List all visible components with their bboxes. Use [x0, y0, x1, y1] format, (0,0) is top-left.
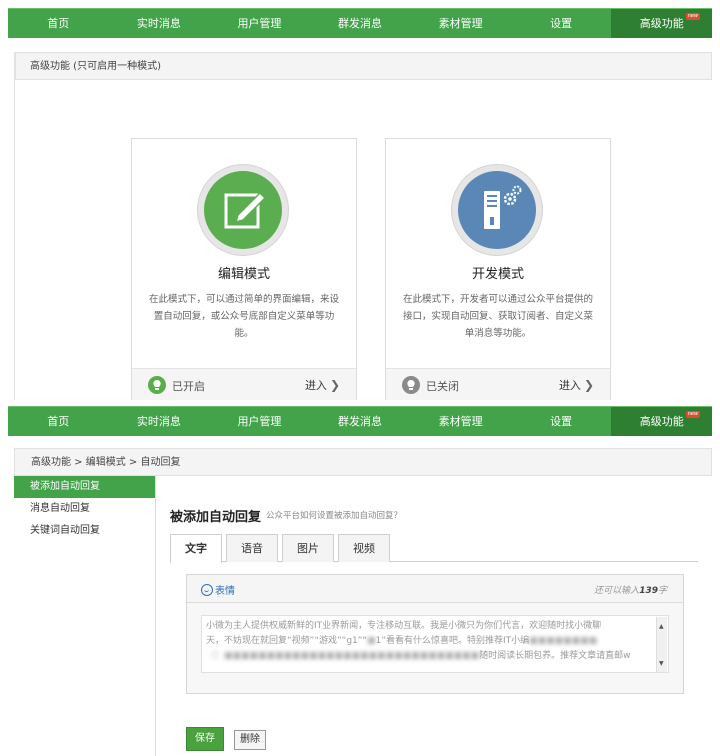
- nav-user-management[interactable]: 用户管理: [209, 407, 310, 436]
- save-button[interactable]: 保存: [186, 727, 224, 751]
- nav-settings[interactable]: 设置: [511, 9, 612, 38]
- nav-user-management[interactable]: 用户管理: [209, 9, 310, 38]
- char-count-suffix: 字: [657, 586, 667, 596]
- dev-mode-status: 已关闭: [426, 380, 459, 393]
- emoji-label: 表情: [215, 586, 235, 597]
- edit-mode-enter-link[interactable]: 进入 ❯: [305, 377, 340, 393]
- nav-home[interactable]: 首页: [8, 9, 109, 38]
- smiley-icon: [201, 584, 213, 596]
- chevron-right-icon: ❯: [583, 378, 594, 392]
- server-gear-icon: [484, 185, 522, 229]
- nav-mass-messages[interactable]: 群发消息: [310, 407, 411, 436]
- pencil-edit-icon: [224, 191, 267, 229]
- tab-video[interactable]: 视频: [338, 534, 390, 562]
- editor-toolbar: 表情 还可以输入139字: [187, 575, 683, 603]
- emoji-button[interactable]: 表情: [201, 582, 235, 597]
- sidebar-item-added-auto-reply[interactable]: 被添加自动回复: [14, 476, 155, 498]
- nav-advanced-label: 高级功能: [639, 17, 684, 30]
- panel-header: 高级功能 (只可启用一种模式): [15, 52, 712, 80]
- nav-mass-messages[interactable]: 群发消息: [310, 9, 411, 38]
- chevron-right-icon: ❯: [329, 378, 340, 392]
- dev-mode-footer: 已关闭 进入 ❯: [386, 368, 610, 400]
- reply-text-segment: 1”看看有什么惊喜吧。特别推荐IT小编: [375, 636, 530, 646]
- edit-mode-card: 编辑模式 在此模式下，可以通过简单的界面编辑，来设置自动回复，或公众号底部自定义…: [131, 138, 357, 400]
- reply-text-segment: 随时阅读长期包养。推荐文章请直邮w: [479, 651, 631, 661]
- dev-mode-enter-link[interactable]: 进入 ❯: [559, 377, 594, 393]
- nav-home[interactable]: 首页: [8, 407, 109, 436]
- nav-materials[interactable]: 素材管理: [410, 9, 511, 38]
- edit-mode-title: 编辑模式: [217, 267, 270, 282]
- textarea-scrollbar[interactable]: ▲ ▼: [656, 617, 667, 672]
- scroll-down-icon[interactable]: ▼: [659, 656, 664, 671]
- dev-mode-title: 开发模式: [471, 267, 524, 282]
- dev-mode-icon: [451, 164, 543, 256]
- nav-advanced-label: 高级功能: [639, 415, 684, 428]
- reply-text-line: 天，不妨现在就回复“视频”“游戏”“g1”“■1”看看有什么惊喜吧。特别推荐IT…: [206, 636, 598, 646]
- reply-textarea[interactable]: 小微为主人提供权威新鲜的IT业界新闻，专注移动互联。我是小微只为你们代言，欢迎随…: [201, 615, 669, 673]
- new-badge: new: [685, 13, 701, 20]
- tab-image[interactable]: 图片: [282, 534, 334, 562]
- nav-advanced[interactable]: 高级功能 new: [611, 407, 713, 436]
- delete-button[interactable]: 删除: [234, 730, 266, 750]
- sidebar: 被添加自动回复 消息自动回复 关键词自动回复: [14, 476, 156, 756]
- help-link[interactable]: 公众平台如何设置被添加自动回复？: [266, 509, 402, 521]
- dev-mode-description: 在此模式下，开发者可以通过公众平台提供的接口，实现自动回复、获取订阅者、自定义菜…: [402, 294, 593, 339]
- new-badge: new: [685, 411, 701, 418]
- nav-advanced[interactable]: 高级功能 new: [611, 9, 713, 38]
- dev-mode-card: 开发模式 在此模式下，开发者可以通过公众平台提供的接口，实现自动回复、获取订阅者…: [385, 138, 611, 400]
- reply-text-segment: 天，不妨现在就回复“视频”“游戏”“g1”“: [206, 636, 368, 646]
- advanced-features-panel: 高级功能 (只可启用一种模式) 编辑模式 在此模式下，可以通过简单的界面编辑，来…: [14, 52, 712, 400]
- tab-bar: 文字 语音 图片 视频: [170, 534, 698, 563]
- char-count-prefix: 还可以输入: [594, 586, 640, 596]
- reply-text-line: 小微为主人提供权威新鲜的IT业界新闻，专注移动互联。我是小微只为你们代言，欢迎随…: [206, 621, 602, 631]
- status-on-icon: [148, 376, 166, 394]
- nav-realtime-messages[interactable]: 实时消息: [109, 407, 210, 436]
- char-count: 还可以输入139字: [594, 583, 667, 596]
- main-content: 被添加自动回复 公众平台如何设置被添加自动回复？ 文字 语音 图片 视频 表情 …: [170, 476, 710, 756]
- status-off-icon: [402, 376, 420, 394]
- enter-label: 进入: [558, 379, 581, 392]
- tab-voice[interactable]: 语音: [226, 534, 278, 562]
- char-count-value: 139: [639, 586, 658, 596]
- edit-mode-icon: [197, 164, 289, 256]
- breadcrumb: 高级功能 > 编辑模式 > 自动回复: [14, 448, 712, 476]
- scroll-up-icon[interactable]: ▲: [659, 619, 664, 634]
- sidebar-item-message-auto-reply[interactable]: 消息自动回复: [14, 498, 155, 520]
- tab-text[interactable]: 文字: [170, 534, 222, 563]
- sidebar-item-keyword-auto-reply[interactable]: 关键词自动回复: [14, 520, 155, 542]
- edit-mode-description: 在此模式下，可以通过简单的界面编辑，来设置自动回复，或公众号底部自定义菜单等功能…: [148, 294, 339, 339]
- auto-reply-panel: 高级功能 > 编辑模式 > 自动回复 被添加自动回复 消息自动回复 关键词自动回…: [14, 448, 712, 756]
- nav-settings[interactable]: 设置: [511, 407, 612, 436]
- nav-realtime-messages[interactable]: 实时消息: [109, 9, 210, 38]
- edit-mode-footer: 已开启 进入 ❯: [132, 368, 356, 400]
- enter-label: 进入: [304, 379, 327, 392]
- reply-text-line: （）■■■■■■■■■■■■■■■■■■■■■■■■■■■■■■随时阅读长期包养…: [206, 651, 631, 661]
- text-editor: 表情 还可以输入139字 小微为主人提供权威新鲜的IT业界新闻，专注移动互联。我…: [186, 574, 684, 694]
- main-nav-bottom: 首页 实时消息 用户管理 群发消息 素材管理 设置 高级功能 new: [8, 406, 713, 436]
- nav-materials[interactable]: 素材管理: [410, 407, 511, 436]
- edit-mode-status: 已开启: [172, 380, 205, 393]
- main-nav-top: 首页 实时消息 用户管理 群发消息 素材管理 设置 高级功能 new: [8, 8, 713, 38]
- section-title: 被添加自动回复: [170, 510, 262, 525]
